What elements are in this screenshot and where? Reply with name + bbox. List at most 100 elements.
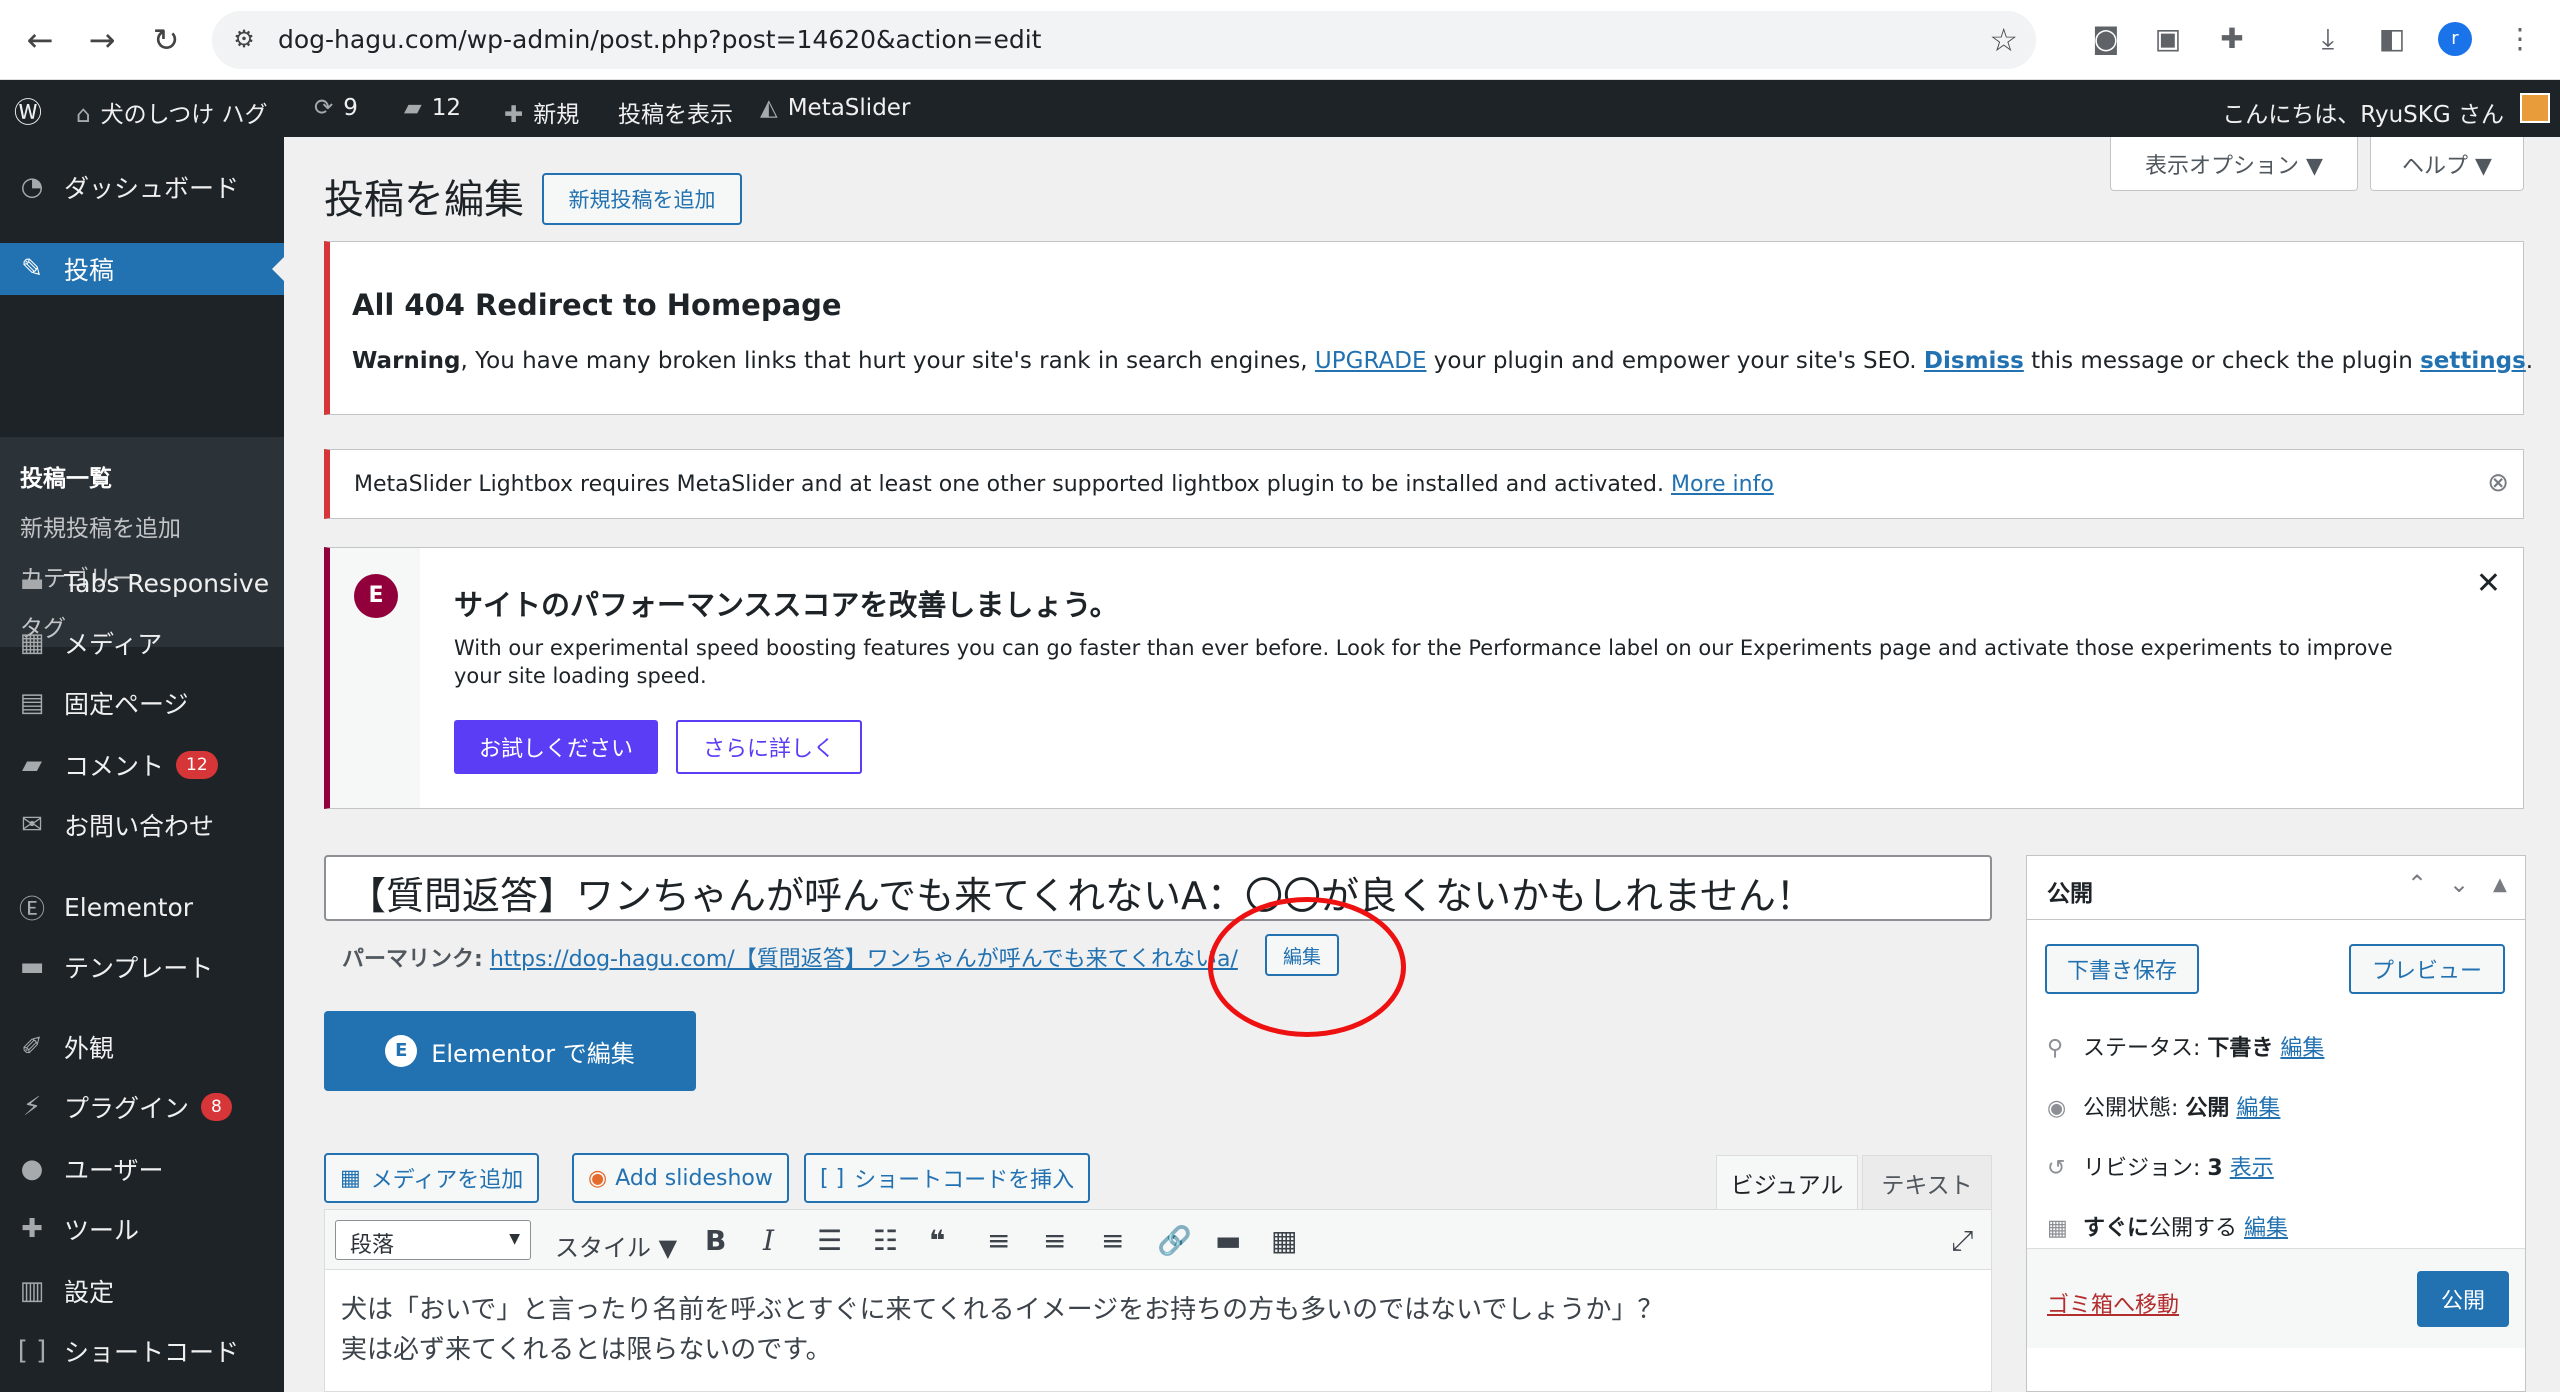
bookmark-star-icon[interactable]: ☆ <box>1989 21 2018 59</box>
toolbar-toggle-icon[interactable]: ▦ <box>1271 1224 1297 1257</box>
close-icon[interactable]: ✕ <box>2476 566 2501 601</box>
menu-appearance[interactable]: ✐ 外観 <box>0 1021 284 1073</box>
greeting-link[interactable]: こんにちは、RyuSKG さん <box>2222 95 2504 129</box>
read-more-icon[interactable]: ▬ <box>1215 1224 1241 1257</box>
edit-with-elementor-button[interactable]: E Elementor で編集 <box>324 1011 696 1091</box>
comments-link[interactable]: ▰ 12 <box>404 95 461 121</box>
move-down-icon[interactable]: ⌄ <box>2449 870 2469 898</box>
post-title-input[interactable]: 【質問返答】ワンちゃんが呼んでも来てくれないA：〇〇が良くないかもしれません！ <box>324 855 1992 921</box>
wordpress-logo-icon[interactable]: Ⓦ <box>14 91 42 131</box>
schedule-edit-link[interactable]: 編集 <box>2244 1216 2288 1241</box>
site-name-link[interactable]: ⌂ 犬のしつけ ハグ <box>76 95 268 129</box>
screen-options-button[interactable]: 表示オプション ▼ <box>2110 137 2358 191</box>
address-bar[interactable]: ⚙ dog-hagu.com/wp-admin/post.php?post=14… <box>212 11 2036 69</box>
add-new-post-button[interactable]: 新規投稿を追加 <box>542 173 742 225</box>
permalink-url[interactable]: https://dog-hagu.com/【質問返答】ワンちゃんが呼んでも来てく… <box>490 947 1238 972</box>
menu-posts[interactable]: ✎ 投稿 <box>0 243 284 295</box>
annotation-circle <box>1208 897 1406 1037</box>
style-dropdown[interactable]: スタイル ▼ <box>555 1228 677 1263</box>
metaslider-link[interactable]: ◭ MetaSlider <box>760 95 910 121</box>
add-media-button[interactable]: ▦ メディアを追加 <box>324 1153 540 1203</box>
menu-tools[interactable]: ✚ ツール <box>0 1203 284 1255</box>
collapse-icon[interactable]: ▲ <box>2493 874 2507 895</box>
reload-icon[interactable]: ↻ <box>144 18 188 62</box>
move-up-icon[interactable]: ⌃ <box>2407 870 2427 898</box>
profile-avatar[interactable]: r <box>2438 22 2472 56</box>
new-content-link[interactable]: ✚ 新規 <box>504 95 579 129</box>
elementor-icon: Ⓔ <box>18 894 45 925</box>
menu-tabs-responsive[interactable]: ▬ Tabs Responsive <box>0 557 284 609</box>
italic-icon[interactable]: I <box>763 1224 774 1257</box>
insert-shortcode-button[interactable]: [ ] ショートコードを挿入 <box>804 1153 1091 1203</box>
download-icon[interactable]: ⤓ <box>2308 22 2348 56</box>
tab-visual[interactable]: ビジュアル <box>1716 1155 1858 1209</box>
content-editor[interactable]: 段落 スタイル ▼ B I ☰ ☷ ❝ ≡ ≡ ≡ 🔗 ▬ ▦ ⤢ 犬は「おいで… <box>324 1209 1992 1392</box>
format-select[interactable]: 段落 <box>335 1220 531 1260</box>
editor-body[interactable]: 犬は「おいで」と言ったり名前を呼ぶとすぐに来てくれるイメージをお持ちの方も多いの… <box>341 1290 1663 1370</box>
status-edit-link[interactable]: 編集 <box>2280 1036 2324 1061</box>
try-it-button[interactable]: お試しください <box>454 720 658 774</box>
menu-elementor[interactable]: Ⓔ Elementor <box>0 881 284 933</box>
link-icon[interactable]: 🔗 <box>1157 1224 1192 1257</box>
align-left-icon[interactable]: ≡ <box>987 1224 1010 1257</box>
slideshow-icon: ◉ <box>588 1165 608 1191</box>
url-text[interactable]: dog-hagu.com/wp-admin/post.php?post=1462… <box>278 25 1041 54</box>
calendar-icon: ▦ <box>2047 1216 2068 1241</box>
side-panel-icon[interactable]: ◧ <box>2372 22 2412 55</box>
menu-users[interactable]: ● ユーザー <box>0 1143 284 1195</box>
updates-link[interactable]: ⟳ 9 <box>314 95 358 121</box>
learn-more-button[interactable]: さらに詳しく <box>676 720 862 774</box>
body-line-1: 犬は「おいで」と言ったり名前を呼ぶとすぐに来てくれるイメージをお持ちの方も多いの… <box>341 1295 1664 1325</box>
save-draft-button[interactable]: 下書き保存 <box>2045 944 2199 994</box>
permalink-label: パーマリンク: <box>342 947 483 972</box>
folder-icon: ▬ <box>19 952 45 982</box>
menu-icon[interactable]: ⋮ <box>2500 22 2540 55</box>
menu-settings[interactable]: ▥ 設定 <box>0 1265 284 1317</box>
forward-icon[interactable]: → <box>80 18 124 62</box>
publish-button[interactable]: 公開 <box>2417 1271 2509 1327</box>
menu-dashboard[interactable]: ◔ ダッシュボード <box>0 161 284 213</box>
tab-text[interactable]: テキスト <box>1862 1155 1992 1209</box>
extensions-icon[interactable]: ✚ <box>2212 22 2252 55</box>
user-avatar[interactable] <box>2520 93 2550 123</box>
fullscreen-icon[interactable]: ⤢ <box>1951 1224 1973 1258</box>
bold-icon[interactable]: B <box>705 1224 726 1257</box>
upgrade-link[interactable]: UPGRADE <box>1315 348 1427 374</box>
bullet-list-icon[interactable]: ☰ <box>817 1224 842 1257</box>
align-center-icon[interactable]: ≡ <box>1043 1224 1066 1257</box>
site-info-icon[interactable]: ⚙ <box>228 23 260 55</box>
settings-link[interactable]: settings <box>2420 348 2526 374</box>
menu-templates[interactable]: ▬ テンプレート <box>0 941 284 993</box>
view-post-link[interactable]: 投稿を表示 <box>618 95 733 129</box>
menu-shortcode[interactable]: [ ] ショートコード <box>0 1325 284 1377</box>
menu-comments[interactable]: ▰ コメント 12 <box>0 739 284 791</box>
more-info-link[interactable]: More info <box>1671 472 1774 497</box>
menu-pages[interactable]: ▤ 固定ページ <box>0 677 284 729</box>
align-right-icon[interactable]: ≡ <box>1101 1224 1124 1257</box>
numbered-list-icon[interactable]: ☷ <box>873 1224 898 1257</box>
menu-media[interactable]: ▦ メディア <box>0 617 284 669</box>
eye-icon: ◉ <box>2047 1096 2067 1121</box>
menu-plugins[interactable]: ⚡ プラグイン 8 <box>0 1081 284 1133</box>
media-icon: ▦ <box>340 1165 361 1191</box>
media-icon[interactable]: ▣ <box>2148 22 2188 55</box>
shortcode-icon: [ ] <box>17 1336 47 1366</box>
submenu-all-posts[interactable]: 投稿一覧 <box>20 459 112 493</box>
comment-icon: ▰ <box>22 750 42 780</box>
revisions-link[interactable]: 表示 <box>2230 1156 2274 1181</box>
add-slideshow-button[interactable]: ◉ Add slideshow <box>572 1153 789 1203</box>
move-to-trash-link[interactable]: ゴミ箱へ移動 <box>2047 1287 2179 1319</box>
menu-contact[interactable]: ✉ お問い合わせ <box>0 799 284 851</box>
help-button[interactable]: ヘルプ ▼ <box>2370 137 2524 191</box>
dismiss-link[interactable]: Dismiss <box>1924 348 2024 374</box>
camera-icon[interactable]: ◙ <box>2086 22 2126 55</box>
folder-icon: ▬ <box>19 568 45 598</box>
quote-icon[interactable]: ❝ <box>929 1224 945 1257</box>
visibility-edit-link[interactable]: 編集 <box>2236 1096 2280 1121</box>
dismiss-notice-icon[interactable]: ⊗ <box>2487 468 2509 498</box>
back-icon[interactable]: ← <box>18 18 62 62</box>
metaslider-icon: ◭ <box>760 95 778 121</box>
admin-sidebar: ◔ ダッシュボード ✎ 投稿 投稿一覧 新規投稿を追加 カテゴリー タグ ▬ Tabs… <box>0 137 284 1392</box>
submenu-add-new[interactable]: 新規投稿を追加 <box>20 509 181 543</box>
preview-button[interactable]: プレビュー <box>2349 944 2505 994</box>
